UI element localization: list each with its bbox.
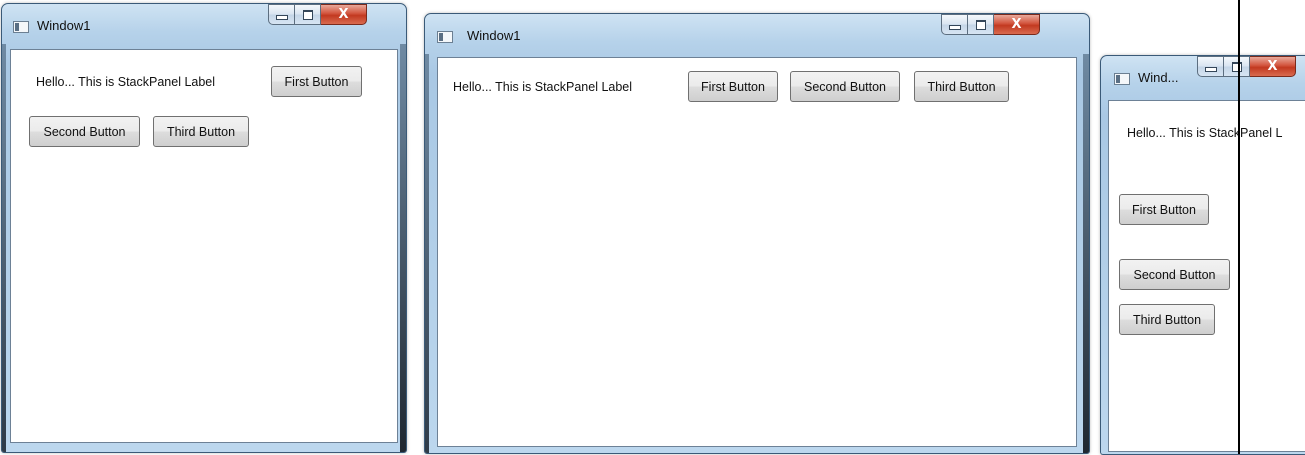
first-button[interactable]: First Button <box>1119 194 1209 225</box>
close-icon: X <box>338 7 349 22</box>
app-icon[interactable] <box>437 31 453 43</box>
minimize-button[interactable] <box>941 14 968 35</box>
close-button[interactable]: X <box>321 4 367 25</box>
divider-line <box>1238 0 1240 454</box>
caption-buttons: X <box>1197 56 1296 78</box>
maximize-button[interactable] <box>1224 56 1250 77</box>
app-icon[interactable] <box>1114 73 1130 85</box>
title-bar[interactable]: Wind... X <box>1101 56 1305 96</box>
title-bar[interactable]: Window1 X <box>425 14 1089 54</box>
second-button[interactable]: Second Button <box>1119 259 1230 290</box>
caption-buttons: X <box>268 4 367 26</box>
window-title: Wind... <box>1138 70 1179 85</box>
window-vertical-layout: Wind... X Hello... This is StackPanel L … <box>1100 55 1305 455</box>
close-button[interactable]: X <box>1250 56 1296 77</box>
minimize-icon <box>1204 67 1217 72</box>
client-area: Hello... This is StackPanel Label First … <box>10 49 398 443</box>
stackpanel-label: Hello... This is StackPanel L <box>1127 126 1283 140</box>
window-title: Window1 <box>467 28 521 43</box>
second-button[interactable]: Second Button <box>29 116 140 147</box>
stackpanel-label: Hello... This is StackPanel Label <box>453 80 633 94</box>
minimize-button[interactable] <box>1197 56 1224 77</box>
minimize-button[interactable] <box>268 4 295 25</box>
first-button[interactable]: First Button <box>271 66 362 97</box>
minimize-icon <box>948 25 961 30</box>
title-bar[interactable]: Window1 X <box>2 4 406 44</box>
maximize-icon <box>302 9 313 20</box>
third-button[interactable]: Third Button <box>153 116 249 147</box>
maximize-icon <box>975 19 986 30</box>
second-button[interactable]: Second Button <box>790 71 900 102</box>
third-button[interactable]: Third Button <box>1119 304 1215 335</box>
maximize-icon <box>1231 61 1242 72</box>
first-button[interactable]: First Button <box>688 71 778 102</box>
close-icon: X <box>1011 17 1022 32</box>
close-button[interactable]: X <box>994 14 1040 35</box>
maximize-button[interactable] <box>295 4 321 25</box>
window-wrap-layout: Window1 X Hello... This is StackPanel La… <box>1 3 407 453</box>
app-icon[interactable] <box>13 21 29 33</box>
close-icon: X <box>1267 59 1278 74</box>
maximize-button[interactable] <box>968 14 994 35</box>
client-area: Hello... This is StackPanel L First Butt… <box>1108 100 1305 452</box>
client-area: Hello... This is StackPanel Label First … <box>437 57 1077 447</box>
stackpanel-label: Hello... This is StackPanel Label <box>36 75 216 89</box>
window-title: Window1 <box>37 18 91 33</box>
minimize-icon <box>275 15 288 20</box>
third-button[interactable]: Third Button <box>914 71 1009 102</box>
window-horizontal-layout: Window1 X Hello... This is StackPanel La… <box>424 13 1090 454</box>
caption-buttons: X <box>941 14 1040 36</box>
